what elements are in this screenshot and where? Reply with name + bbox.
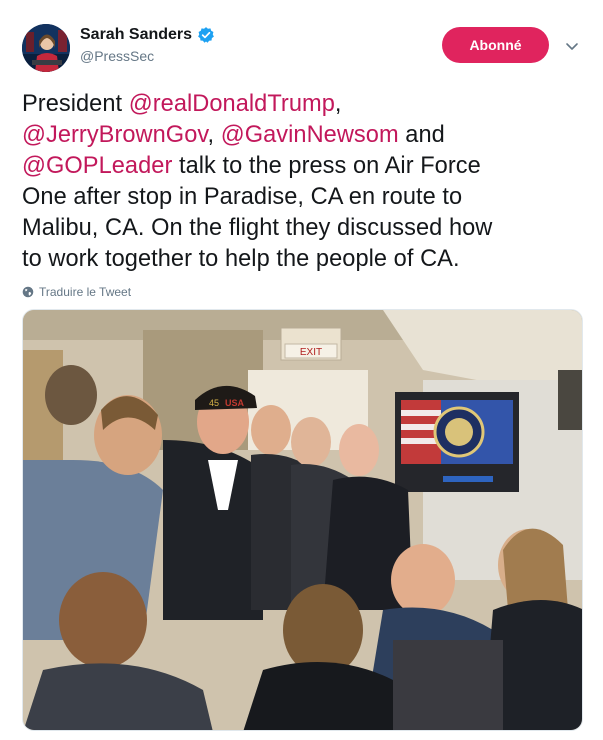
author-handle[interactable]: @PressSec [80,48,215,64]
globe-icon [22,286,34,298]
tweet-text-segment: , [334,91,342,117]
mention-gopleader-link[interactable]: @GOPLeader [22,153,172,179]
mention-realdonaldtrump-link[interactable]: @realDonaldTrump [129,91,335,117]
cap-number: 45 [209,398,219,408]
translate-tweet-link[interactable]: Traduire le Tweet [22,285,131,299]
tweet-text: President @realDonaldTrump, @JerryBrownG… [22,89,587,275]
profile-photo-icon [22,24,70,72]
translate-label: Traduire le Tweet [39,285,132,299]
press-photo-image: EXIT 45 USA [23,310,582,730]
tweet-line-5: Malibu, CA. On the flight they discussed… [22,215,493,241]
tweet-line-6: to work together to help the people of C… [22,246,460,272]
chevron-down-icon[interactable] [564,38,580,54]
following-button[interactable]: Abonné [442,27,549,63]
tweet-photo[interactable]: EXIT 45 USA [22,309,583,731]
author-display-name: Sarah Sanders [80,26,193,43]
tweet-text-segment: President [22,91,129,117]
exit-sign: EXIT [300,347,322,358]
tweet-line-1: President @realDonaldTrump, [22,89,587,120]
verified-badge-icon [198,27,214,43]
tweet-line-4: One after stop in Paradise, CA en route … [22,184,463,210]
tweet-line-2: @JerryBrownGov, @GavinNewsom and [22,120,587,151]
cap-text: USA [225,398,245,408]
author-info: Sarah Sanders @PressSec [80,26,215,64]
author-name[interactable]: Sarah Sanders [80,26,215,44]
tweet-text-segment: and [398,122,445,148]
mention-jerrybrowngov-link[interactable]: @JerryBrownGov [22,122,207,148]
avatar[interactable] [22,24,70,72]
tweet-header: Sarah Sanders @PressSec Abonné [0,0,603,80]
tweet-line-3: @GOPLeader talk to the press on Air Forc… [22,151,587,182]
tweet-text-segment: , [207,122,221,148]
mention-gavinnewsom-link[interactable]: @GavinNewsom [221,122,399,148]
tweet-text-segment: talk to the press on Air Force [172,153,481,179]
